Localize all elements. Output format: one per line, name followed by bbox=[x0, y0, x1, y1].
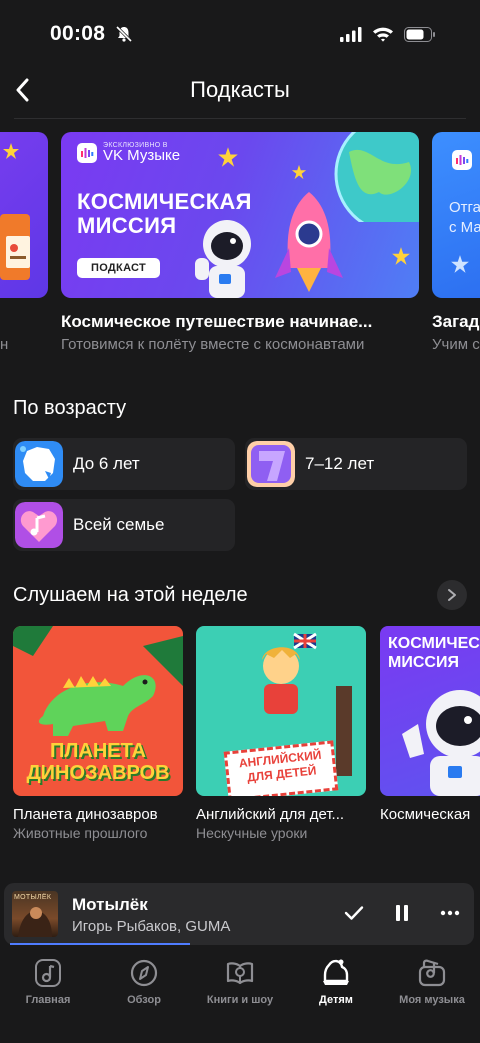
track-artist: Игорь Рыбаков, GUMA bbox=[72, 918, 231, 935]
section-title-weekly: Слушаем на этой неделе bbox=[13, 584, 248, 606]
exclusive-label: ЭКСКЛЮЗИВНО В VK Музыке bbox=[77, 142, 180, 163]
promo-carousel[interactable]: н ЭКСКЛЮЗИВНО В VK Музыке КОСМИЧЕСКАЯ МИ… bbox=[0, 132, 480, 362]
age-chip-label: 7–12 лет bbox=[305, 454, 375, 473]
podcast-card-english[interactable]: АНГЛИЙСКИЙ ДЛЯ ДЕТЕЙ bbox=[196, 626, 366, 796]
rocket-art-icon bbox=[275, 192, 343, 292]
compass-icon bbox=[130, 959, 158, 987]
podcast-card-dinosaurs[interactable]: ПЛАНЕТА ДИНОЗАВРОВ bbox=[13, 626, 183, 796]
vk-music-logo-icon bbox=[77, 142, 97, 163]
kids-hat-icon bbox=[323, 959, 349, 985]
music-note-icon bbox=[35, 959, 61, 987]
tab-my-music[interactable]: Моя музыка bbox=[384, 958, 480, 1006]
header-divider bbox=[14, 118, 466, 119]
bell-muted-icon bbox=[115, 25, 133, 43]
age-7-12-icon bbox=[247, 441, 295, 487]
card-title: Космическая bbox=[380, 806, 471, 823]
age-under-6-icon bbox=[15, 441, 63, 487]
podcast-tag: ПОДКАСТ bbox=[77, 258, 161, 278]
page-header: Подкасты bbox=[0, 66, 480, 116]
more-dots-icon bbox=[440, 910, 460, 916]
promo-banner-prev[interactable] bbox=[0, 132, 48, 298]
pause-button[interactable] bbox=[388, 899, 416, 927]
cellular-signal-icon bbox=[340, 26, 362, 42]
age-chip-family[interactable]: Всей семье bbox=[13, 499, 235, 551]
book-icon bbox=[226, 962, 254, 985]
star-icon bbox=[291, 164, 307, 180]
page-title: Подкасты bbox=[190, 77, 290, 102]
weekly-next-button[interactable] bbox=[437, 580, 467, 610]
star-icon bbox=[3, 143, 19, 159]
track-title: Мотылёк bbox=[72, 895, 148, 914]
my-music-icon bbox=[418, 959, 446, 987]
tab-bar: Главная Обзор Книги и шоу Детям Моя музы… bbox=[0, 948, 480, 1043]
age-family-icon bbox=[15, 502, 63, 548]
card-subtitle: Нескучные уроки bbox=[196, 825, 308, 841]
tab-kids[interactable]: Детям bbox=[288, 958, 384, 1006]
like-button[interactable] bbox=[340, 899, 368, 927]
battery-icon bbox=[404, 26, 435, 42]
podcast-card-space[interactable]: КОСМИЧЕС МИССИЯ bbox=[380, 626, 480, 796]
status-bar: 00:08 bbox=[0, 0, 480, 64]
card-title: Планета динозавров bbox=[13, 806, 158, 823]
playback-progress bbox=[10, 943, 190, 945]
card-subtitle: Животные прошлого bbox=[13, 825, 148, 841]
age-chip-label: До 6 лет bbox=[73, 454, 140, 473]
promo-prev-subtitle: н bbox=[0, 336, 9, 353]
more-button[interactable] bbox=[436, 899, 464, 927]
banner-headline: КОСМИЧЕСКАЯ МИССИЯ bbox=[77, 189, 252, 238]
age-chip-label: Всей семье bbox=[73, 515, 165, 534]
astronaut-art-icon bbox=[402, 690, 480, 796]
cover-art-icon bbox=[18, 907, 52, 937]
status-time: 00:08 bbox=[50, 22, 106, 45]
card-title: Английский для дет... bbox=[196, 806, 345, 823]
section-title-by-age: По возрасту bbox=[13, 397, 127, 419]
tab-books-shows[interactable]: Книги и шоу bbox=[192, 958, 288, 1006]
star-icon bbox=[218, 147, 238, 167]
vk-music-logo-icon bbox=[452, 150, 472, 170]
chevron-right-icon bbox=[448, 589, 456, 601]
pause-icon bbox=[396, 905, 408, 921]
cover-text: МОТЫЛЁК bbox=[14, 894, 52, 901]
card-art-text: ДИНОЗАВРОВ bbox=[26, 762, 170, 784]
tab-home[interactable]: Главная bbox=[0, 958, 96, 1006]
card-art-text: ПЛАНЕТА bbox=[49, 740, 147, 762]
card-art-text: МИССИЯ bbox=[388, 654, 459, 671]
checkmark-icon bbox=[344, 906, 364, 920]
promo-main-title: Космическое путешествие начинае... bbox=[61, 312, 373, 331]
star-icon bbox=[392, 247, 410, 265]
wifi-icon bbox=[373, 27, 393, 42]
promo-banner-next[interactable]: Отга с Ма bbox=[432, 132, 480, 298]
promo-next-teaser-1: Отга bbox=[449, 199, 480, 216]
book-art-icon bbox=[6, 236, 30, 268]
promo-next-subtitle: Учим с bbox=[432, 336, 480, 353]
tab-explore[interactable]: Обзор bbox=[96, 958, 192, 1006]
track-cover: МОТЫЛЁК bbox=[12, 891, 58, 937]
mini-player[interactable]: МОТЫЛЁК Мотылёк Игорь Рыбаков, GUMA bbox=[4, 883, 474, 945]
promo-main-subtitle: Готовимся к полёту вместе с космонавтами bbox=[61, 336, 365, 353]
promo-banner-space-mission[interactable]: ЭКСКЛЮЗИВНО В VK Музыке КОСМИЧЕСКАЯ МИСС… bbox=[61, 132, 419, 298]
age-chip-under-6[interactable]: До 6 лет bbox=[13, 438, 235, 490]
promo-next-title: Загад bbox=[432, 312, 480, 331]
star-icon bbox=[451, 255, 469, 273]
promo-next-teaser-2: с Ма bbox=[449, 219, 480, 236]
card-art-text: КОСМИЧЕС bbox=[388, 635, 480, 652]
age-chip-7-12[interactable]: 7–12 лет bbox=[245, 438, 467, 490]
